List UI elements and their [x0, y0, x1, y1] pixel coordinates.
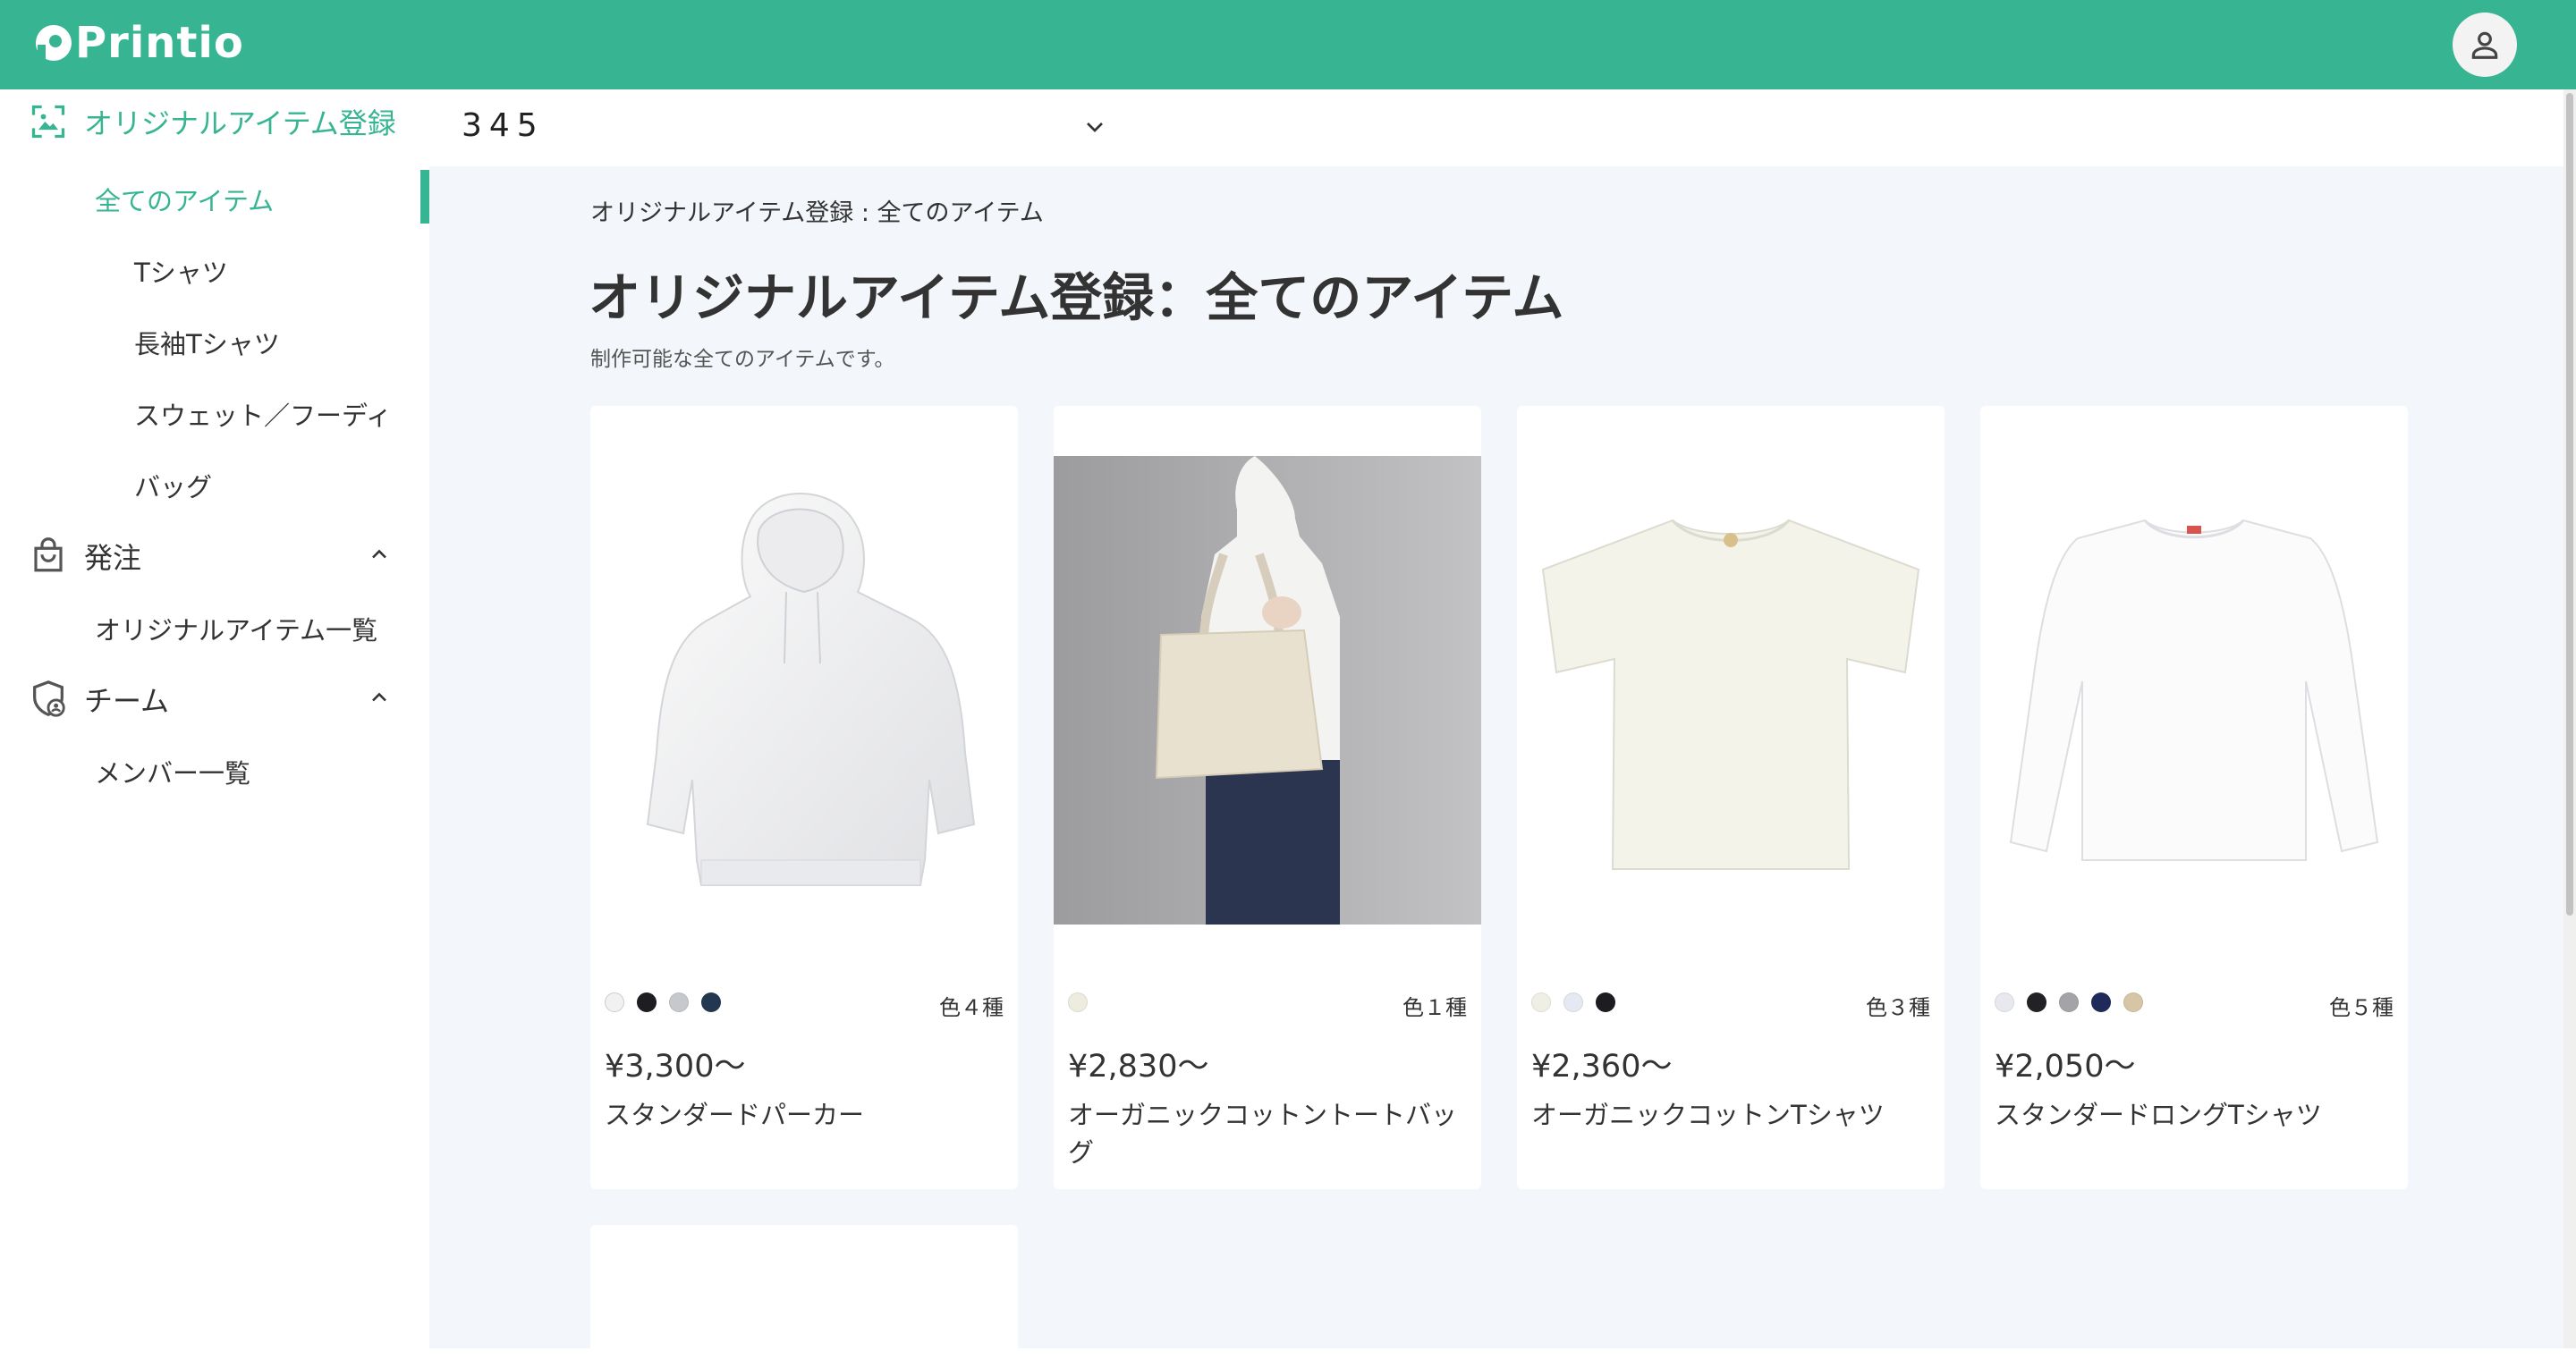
shopping-bag-icon [27, 535, 70, 578]
product-name: オーガニックコットンTシャツ [1531, 1100, 1885, 1130]
chevron-up-icon[interactable] [361, 680, 397, 715]
page-title: オリジナルアイテム登録：全てのアイテム [589, 267, 1564, 328]
color-swatch[interactable] [1531, 992, 1551, 1012]
sidebar-section-label: 発注 [84, 541, 142, 575]
page-description: 制作可能な全てのアイテムです。 [590, 348, 895, 371]
color-swatches [605, 992, 733, 1012]
sidebar-section-team[interactable]: チーム [27, 678, 169, 721]
scrollbar-thumb[interactable] [2566, 93, 2573, 916]
color-swatches [1995, 992, 2156, 1012]
color-swatch[interactable] [1563, 992, 1583, 1012]
sidebar-section-item-registration[interactable]: オリジナルアイテム登録 [27, 100, 396, 143]
color-swatch[interactable] [2091, 992, 2111, 1012]
sidebar-item-bag[interactable]: バッグ [134, 467, 212, 504]
tote-bag-image [1054, 456, 1481, 925]
product-name: スタンダードパーカー [605, 1100, 865, 1130]
long-tshirt-image [1980, 456, 2408, 925]
image-icon [27, 100, 70, 143]
color-count: 色３種 [1866, 995, 1930, 1020]
color-swatch[interactable] [2059, 992, 2079, 1012]
color-swatch[interactable] [701, 992, 721, 1012]
tshirt-image [1517, 456, 1945, 925]
product-name: スタンダードロングTシャツ [1995, 1100, 2322, 1130]
product-price: ¥2,360〜 [1531, 1049, 1673, 1085]
sidebar-item-all-items[interactable]: 全てのアイテム [95, 181, 274, 218]
sidebar-item-tshirt[interactable]: Tシャツ [134, 252, 228, 290]
color-swatch[interactable] [605, 992, 624, 1012]
printio-logo-icon [36, 25, 72, 61]
user-icon [2471, 31, 2498, 59]
breadcrumb: オリジナルアイテム登録 : 全てのアイテム [590, 199, 1044, 227]
color-count: 色５種 [2329, 995, 2394, 1020]
product-card[interactable]: 色１種 ¥2,830〜 オーガニックコットントートバッグ [1054, 406, 1481, 1189]
product-price: ¥3,300〜 [605, 1049, 746, 1085]
chevron-down-icon[interactable] [1080, 113, 1109, 141]
product-card[interactable]: 色３種 ¥2,360〜 オーガニックコットンTシャツ [1517, 406, 1945, 1189]
hoodie-image [590, 456, 1018, 925]
logo-text: Printio [75, 18, 244, 68]
team-shield-icon [27, 678, 70, 721]
sidebar-section-label: オリジナルアイテム登録 [84, 106, 396, 140]
account-selector[interactable]: 345 [429, 89, 2563, 166]
product-card[interactable]: 色５種 ¥2,050〜 スタンダードロングTシャツ [1980, 406, 2408, 1189]
color-swatch[interactable] [1995, 992, 2014, 1012]
sidebar-section-order[interactable]: 発注 [27, 535, 141, 578]
sidebar-item-sweat-hoodie[interactable]: スウェット／フーディ [134, 395, 392, 433]
sidebar-section-label: チーム [84, 684, 170, 718]
product-card[interactable]: 色４種 ¥3,300〜 スタンダードパーカー [590, 406, 1018, 1189]
product-card[interactable] [590, 1225, 1018, 1368]
chevron-up-icon[interactable] [361, 536, 397, 572]
color-swatch[interactable] [1596, 992, 1615, 1012]
color-swatch[interactable] [669, 992, 689, 1012]
sidebar-item-original-item-list[interactable]: オリジナルアイテム一覧 [95, 610, 377, 647]
product-price: ¥2,830〜 [1068, 1049, 1209, 1085]
sidebar-item-long-tshirt[interactable]: 長袖Tシャツ [134, 324, 280, 361]
account-button[interactable] [2453, 13, 2517, 77]
color-swatch[interactable] [637, 992, 657, 1012]
active-indicator [420, 170, 429, 224]
top-bar: Printio [0, 0, 2576, 89]
color-swatches [1531, 992, 1628, 1012]
color-count: 色１種 [1402, 995, 1467, 1020]
selector-value: 345 [462, 107, 545, 144]
product-name: オーガニックコットントートバッグ [1068, 1100, 1458, 1168]
color-swatch[interactable] [2123, 992, 2143, 1012]
color-count: 色４種 [939, 995, 1004, 1020]
logo[interactable]: Printio [34, 16, 244, 70]
color-swatch[interactable] [2027, 992, 2046, 1012]
product-price: ¥2,050〜 [1995, 1049, 2136, 1085]
sidebar-item-member-list[interactable]: メンバー一覧 [95, 753, 250, 790]
color-swatch[interactable] [1068, 992, 1088, 1012]
color-swatches [1068, 992, 1100, 1012]
